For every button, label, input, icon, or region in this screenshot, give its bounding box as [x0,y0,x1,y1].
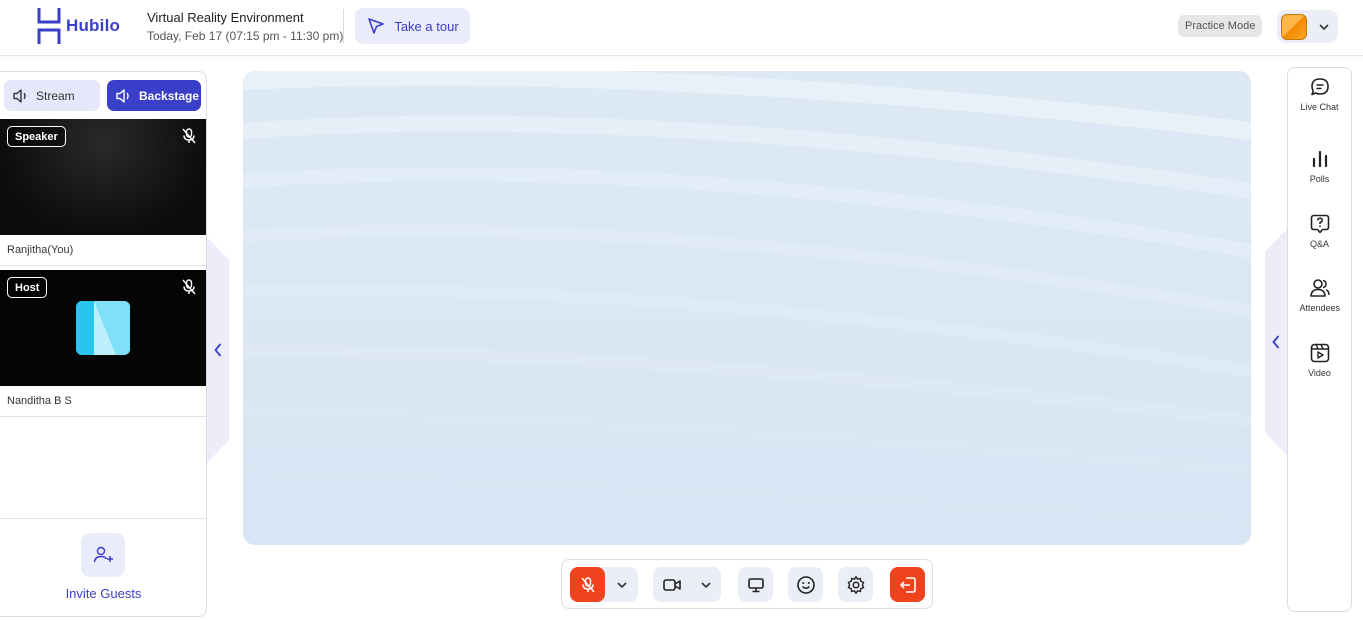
role-badge: Speaker [7,126,66,147]
tab-backstage[interactable]: Backstage [107,80,201,111]
speaker-icon [116,88,129,103]
mic-options-dropdown[interactable] [607,567,637,602]
participant-video-tile[interactable]: Speaker [0,119,206,235]
sidebar-item-label: Q&A [1309,239,1329,249]
event-title: Virtual Reality Environment [147,10,304,25]
invite-guests-button[interactable] [81,533,125,577]
chat-icon [1310,78,1329,96]
hubilo-logo-icon [37,8,61,44]
camera-options-dropdown[interactable] [691,567,721,602]
sidebar-item-label: Polls [1309,174,1330,184]
host-avatar-logo [76,301,130,355]
smiley-icon [796,575,815,594]
backstage-panel: Stream Backstage Speaker Ranjitha(You) H… [0,71,207,617]
tab-backstage-label: Backstage [139,88,200,103]
settings-button[interactable] [838,567,873,602]
attendees-icon [1309,279,1330,297]
leave-button[interactable] [890,567,925,602]
engagement-sidebar: Live Chat Polls Q&A Attendees Video [1287,67,1352,612]
top-header: Hubilo Virtual Reality Environment Today… [0,0,1363,56]
monitor-icon [747,577,764,592]
sidebar-item-polls[interactable]: Polls [1288,148,1351,185]
chevron-left-icon [214,343,222,357]
tab-stream-label: Stream [36,88,75,103]
chevron-down-icon [617,581,627,588]
practice-mode-badge: Practice Mode [1178,15,1263,37]
header-divider [343,9,344,43]
take-tour-button[interactable]: Take a tour [355,8,470,44]
camera-button[interactable] [654,567,689,602]
pointer-icon [368,18,385,34]
add-user-icon [93,546,113,563]
collapse-left-panel-button[interactable] [207,237,229,463]
main-stage [243,71,1251,545]
participant-name: Nanditha B S [0,386,206,417]
take-tour-label: Take a tour [394,18,459,34]
camera-icon [662,578,681,591]
mic-off-icon [179,126,199,146]
avatar [1281,13,1307,40]
sidebar-item-label: Attendees [1299,303,1341,313]
stage-background-waves [243,71,1251,527]
role-badge: Host [7,277,48,298]
sidebar-item-qa[interactable]: Q&A [1288,213,1351,250]
profile-menu[interactable] [1277,10,1338,43]
mic-off-icon [580,576,595,592]
sidebar-item-live-chat[interactable]: Live Chat [1288,76,1351,113]
sidebar-item-video[interactable]: Video [1288,342,1351,379]
video-library-icon [1310,343,1329,363]
participant-video-tile[interactable]: Host [0,270,206,386]
gear-icon [847,575,864,594]
mic-off-icon [179,277,199,297]
invite-guests-label: Invite Guests [65,586,142,601]
exit-icon [899,576,916,593]
chevron-down-icon [701,581,711,588]
event-time: Today, Feb 17 (07:15 pm - 11:30 pm) [147,29,344,43]
mic-muted-button[interactable] [570,567,605,602]
chevron-left-icon [1272,335,1280,349]
reactions-button[interactable] [788,567,823,602]
hubilo-logo[interactable]: Hubilo [36,8,120,44]
sidebar-item-label: Live Chat [1300,102,1339,112]
sidebar-item-label: Video [1308,368,1331,378]
polls-icon [1312,150,1327,168]
question-icon [1310,214,1329,234]
logo-text: Hubilo [66,16,121,35]
screen-share-button[interactable] [738,567,773,602]
media-controls-bar [561,559,933,609]
invite-guests-section: Invite Guests [0,518,206,616]
participant-name: Ranjitha(You) [0,235,206,266]
speaker-icon [13,88,26,103]
chevron-down-icon [1319,23,1329,30]
tab-stream[interactable]: Stream [4,80,100,111]
collapse-right-panel-button[interactable] [1265,229,1287,455]
sidebar-item-attendees[interactable]: Attendees [1288,277,1351,314]
